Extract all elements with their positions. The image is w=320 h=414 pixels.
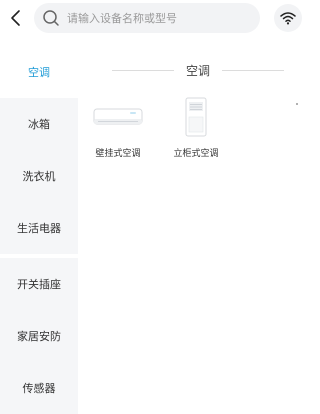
product-wall-mounted-ac[interactable]: 壁挂式空调 (78, 96, 158, 166)
search-placeholder: 请输入设备名称或型号 (67, 12, 177, 25)
back-button[interactable] (4, 6, 28, 30)
wifi-icon (280, 12, 296, 25)
search-input[interactable]: 请输入设备名称或型号 (34, 3, 260, 33)
search-icon (42, 9, 60, 27)
section-title: 空调 (185, 64, 210, 78)
sidebar-item-home-security[interactable]: 家居安防 (0, 310, 78, 362)
sidebar-item-switches-sockets[interactable]: 开关插座 (0, 258, 78, 310)
section-header: 空调 (112, 58, 284, 82)
sidebar-item-label: 生活电器 (17, 222, 61, 235)
sidebar-item-label: 冰箱 (28, 118, 50, 131)
sidebar-item-label: 空调 (28, 66, 50, 79)
divider (112, 70, 174, 71)
sidebar-item-label: 传感器 (22, 382, 56, 395)
product-label: 立柜式空调 (173, 149, 219, 159)
decorative-dot (296, 103, 298, 105)
sidebar-item-label: 开关插座 (17, 278, 61, 291)
floor-ac-icon (156, 96, 236, 138)
product-label: 壁挂式空调 (95, 149, 141, 159)
wifi-button[interactable] (274, 4, 302, 32)
sidebar-item-washing-machine[interactable]: 洗衣机 (0, 150, 78, 202)
sidebar-item-label: 洗衣机 (22, 170, 56, 183)
sidebar-item-small-appliances[interactable]: 生活电器 (0, 202, 78, 254)
sidebar-item-sensors[interactable]: 传感器 (0, 362, 78, 414)
product-floor-standing-ac[interactable]: 立柜式空调 (156, 96, 236, 166)
sidebar-item-label: 家居安防 (17, 330, 61, 343)
category-sidebar: 空调 冰箱 洗衣机 生活电器 开关插座 家居安防 传感器 (0, 46, 78, 414)
sidebar-item-refrigerator[interactable]: 冰箱 (0, 98, 78, 150)
chevron-left-icon (11, 10, 20, 26)
wall-ac-icon (78, 96, 158, 138)
top-bar: 请输入设备名称或型号 (0, 0, 308, 40)
divider (222, 70, 284, 71)
sidebar-item-air-conditioner[interactable]: 空调 (0, 46, 78, 98)
